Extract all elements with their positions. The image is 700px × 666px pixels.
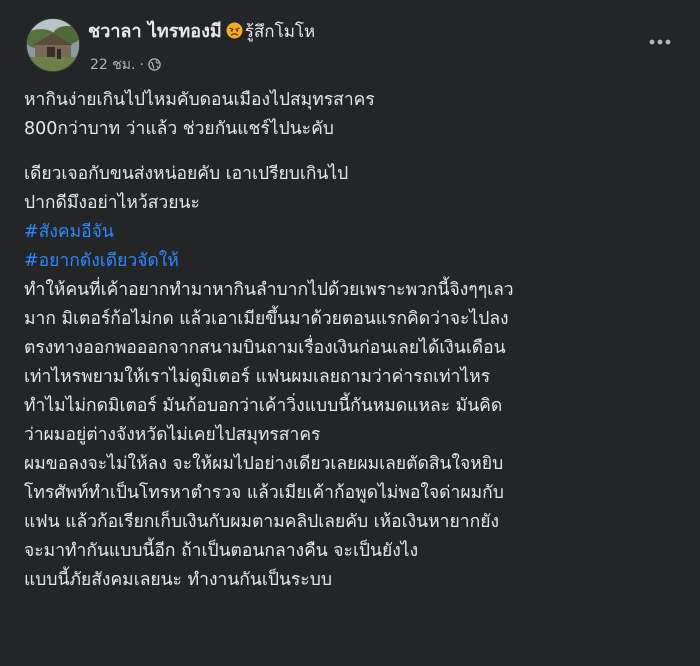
text-line: ทำให้คนที่เค้าอยากทำมาหากินลำบากไปด้วยเพ… xyxy=(24,280,514,300)
text-line: เท่าไหรพยามให้เราไม่ดูมิเตอร์ แฟนผมเลยถา… xyxy=(24,367,491,387)
text-line: ว่าผมอยู่ต่างจังหวัดไม่เคยไปสมุทรสาคร xyxy=(24,425,321,445)
text-line: มาก มิเตอร์ก้อไม่กด แล้วเอาเมียขึ้นมาด้ว… xyxy=(24,309,509,329)
post-body: หากินง่ายเกินไปไหมคับดอนเมืองไปสมุทรสาคร… xyxy=(24,86,682,595)
paragraph-1: หากินง่ายเกินไปไหมคับดอนเมืองไปสมุทรสาคร… xyxy=(24,86,682,144)
text-line: ผมขอลงจะไม่ให้ลง จะให้ผมไปอย่างเดียวเลยผ… xyxy=(24,454,504,474)
author-line: ชวาลา ไทรทองมี รู้สึกโมโห xyxy=(88,19,315,45)
paragraph-2: เดียวเจอกับขนส่งหน่อยคับ เอาเปรียบเกินไป… xyxy=(24,160,682,595)
text-line: 800กว่าบาท ว่าแล้ว ช่วยกันแชร์ไปนะคับ xyxy=(24,119,334,139)
hashtag-link[interactable]: #อยากดังเดียวจัดให้ xyxy=(24,247,682,276)
more-options-icon xyxy=(649,39,671,45)
text-line: แฟน แล้วก้อเรียกเก็บเงินกับผมตามคลิปเลยค… xyxy=(24,512,499,532)
text-line: ปากดีมึงอย่าไหว้สวยนะ xyxy=(24,193,200,213)
text-line: โทรศัพท์ทำเป็นโทรหาตำรวจ แล้วเมียเค้าก้อ… xyxy=(24,483,504,503)
text-line: ตรงทางออกพอออกจากสนามบินถามเรื่องเงินก่อ… xyxy=(24,338,506,358)
feeling-label: รู้สึกโมโห xyxy=(244,22,316,42)
text-line: แบบนี้ภัยสังคมเลยนะ ทำงานกันเป็นระบบ xyxy=(24,570,332,590)
post-meta: 22 ชม. · xyxy=(90,55,161,75)
meta-separator: · xyxy=(139,57,144,73)
hashtag-link[interactable]: #สังคมอีจัน xyxy=(24,218,682,247)
facebook-post: ชวาลา ไทรทองมี รู้สึกโมโห 22 ชม. · หากิน… xyxy=(0,0,700,666)
avatar-photo xyxy=(27,19,79,71)
globe-icon[interactable] xyxy=(148,57,161,71)
text-line: เดียวเจอกับขนส่งหน่อยคับ เอาเปรียบเกินไป xyxy=(24,164,349,184)
more-options-button[interactable] xyxy=(642,26,678,58)
text-line: หากินง่ายเกินไปไหมคับดอนเมืองไปสมุทรสาคร xyxy=(24,90,375,110)
post-header: ชวาลา ไทรทองมี รู้สึกโมโห 22 ชม. · xyxy=(24,0,682,86)
author-avatar[interactable] xyxy=(26,18,80,72)
angry-face-emoji-icon xyxy=(226,21,243,39)
author-name[interactable]: ชวาลา ไทรทองมี xyxy=(88,21,222,42)
text-line: ทำไมไม่กดมิเตอร์ มันก้อบอกว่าเค้าวิ่งแบบ… xyxy=(24,396,503,416)
post-timestamp[interactable]: 22 ชม. xyxy=(90,57,135,73)
text-line: จะมาทำกันแบบนี้อีก ถ้าเป็นตอนกลางคืน จะเ… xyxy=(24,541,419,561)
